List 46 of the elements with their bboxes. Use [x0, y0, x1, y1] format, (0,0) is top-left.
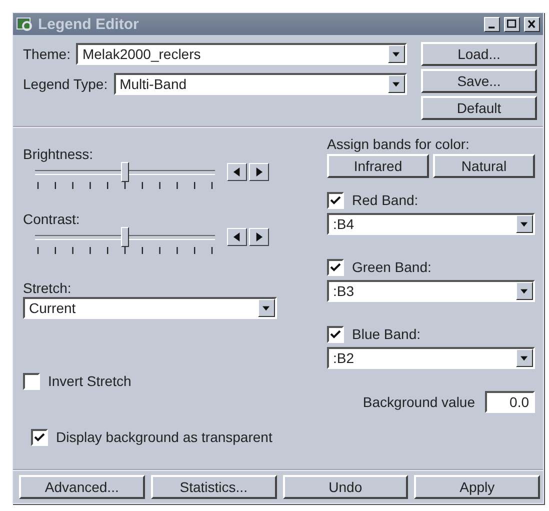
slider-track[interactable]	[35, 227, 215, 247]
band-dropdown[interactable]: :B3	[327, 280, 535, 302]
file-button[interactable]: Default	[421, 96, 537, 120]
action-button[interactable]: Advanced...	[19, 475, 145, 499]
action-button[interactable]: Statistics...	[150, 475, 276, 499]
background-value-label: Background value	[362, 394, 475, 410]
slider-thumb[interactable]	[121, 162, 129, 182]
file-button[interactable]: Save...	[421, 69, 537, 93]
checkbox[interactable]	[327, 326, 344, 342]
close-icon[interactable]	[524, 16, 540, 32]
slider-track[interactable]	[35, 162, 215, 182]
increase-icon[interactable]	[249, 228, 269, 246]
checkbox-label: Green Band:	[352, 259, 432, 275]
file-button[interactable]: Load...	[421, 42, 537, 66]
legend-type-dropdown[interactable]: Multi-Band	[114, 72, 407, 94]
minimize-icon[interactable]	[484, 16, 500, 32]
checkbox[interactable]	[327, 258, 344, 276]
band-dropdown[interactable]: :B4	[327, 212, 535, 234]
legend-type-label: Legend Type:	[23, 76, 108, 92]
stretch-dropdown[interactable]: Current	[23, 296, 277, 318]
checkbox-label: Invert Stretch	[48, 373, 132, 389]
decrease-icon[interactable]	[227, 228, 247, 246]
assign-label: Assign bands for color:	[327, 136, 470, 152]
theme-label: Theme:	[23, 46, 70, 62]
theme-dropdown[interactable]: Melak2000_reclers	[76, 42, 407, 64]
decrease-icon[interactable]	[227, 163, 247, 181]
checkbox[interactable]	[23, 372, 40, 390]
checkbox[interactable]	[327, 192, 344, 208]
color-preset-button[interactable]: Infrared	[327, 154, 429, 178]
slider-label: Brightness:	[23, 146, 94, 162]
increase-icon[interactable]	[249, 163, 269, 181]
action-button[interactable]: Apply	[414, 475, 540, 499]
background-value-field[interactable]: 0.0	[485, 391, 535, 413]
band-dropdown[interactable]: :B2	[327, 346, 535, 368]
window-title: Legend Editor	[38, 16, 140, 32]
checkbox-label: Red Band:	[352, 192, 418, 208]
checkbox[interactable]	[31, 428, 48, 446]
slider-label: Contrast:	[23, 211, 81, 227]
stretch-label: Stretch:	[23, 280, 72, 296]
checkbox-label: Display background as transparent	[56, 429, 272, 445]
checkbox-label: Blue Band:	[352, 326, 420, 342]
maximize-icon[interactable]	[504, 16, 520, 32]
slider-thumb[interactable]	[121, 227, 129, 247]
action-button[interactable]: Undo	[282, 475, 408, 499]
app-icon	[16, 16, 34, 32]
color-preset-button[interactable]: Natural	[433, 154, 535, 178]
